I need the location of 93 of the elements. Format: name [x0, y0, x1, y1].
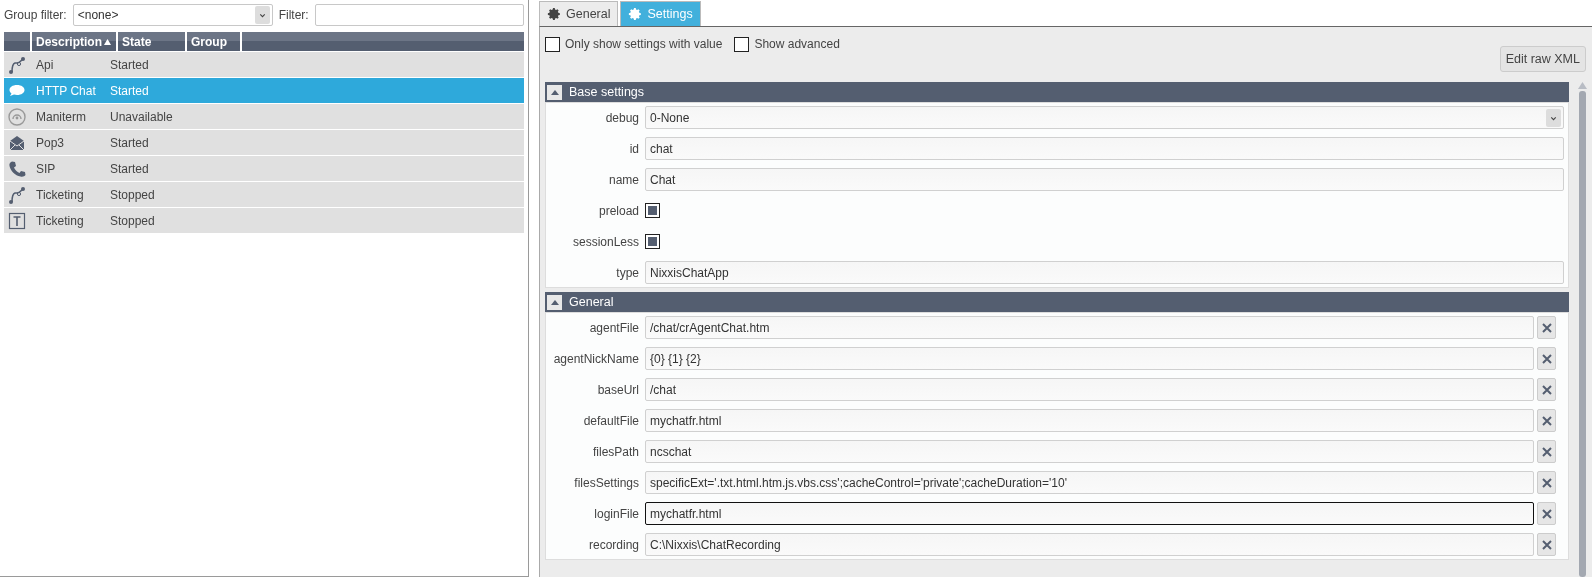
- input-field[interactable]: Chat: [645, 168, 1564, 191]
- state-text: Unavailable: [109, 109, 174, 124]
- state-text: Stopped: [109, 187, 156, 202]
- close-icon: [1541, 539, 1552, 550]
- setting-label: id: [628, 141, 639, 156]
- setting-label: baseUrl: [596, 382, 639, 397]
- checkbox[interactable]: [645, 203, 660, 218]
- close-icon: [1541, 322, 1552, 333]
- list-row[interactable]: Ticketing Stopped: [4, 182, 524, 207]
- clear-button[interactable]: [1537, 471, 1556, 494]
- collapse-button[interactable]: [547, 294, 562, 310]
- triangle-icon: [550, 89, 559, 95]
- route-icon: [7, 184, 27, 205]
- state-text: Started: [109, 57, 150, 72]
- state-text: Started: [109, 83, 150, 98]
- group-filter-dropdown[interactable]: <none>: [72, 4, 273, 26]
- checkbox[interactable]: [545, 36, 560, 52]
- section-title: Base settings: [569, 85, 645, 99]
- clear-button[interactable]: [1537, 316, 1556, 339]
- collapse-button[interactable]: [547, 84, 562, 100]
- sort-arrow-icon: [104, 38, 111, 45]
- clear-button[interactable]: [1537, 409, 1556, 432]
- input-field[interactable]: mychatfr.html: [645, 502, 1534, 525]
- setting-label: name: [607, 172, 639, 187]
- filter-label: Filter:: [278, 8, 309, 22]
- caret-icon: [1546, 108, 1561, 127]
- section-title: General: [569, 295, 614, 309]
- checkbox-label: Only show settings with value: [565, 37, 723, 51]
- close-icon: [1541, 415, 1552, 426]
- close-icon: [1541, 477, 1552, 488]
- list-row[interactable]: Pop3 Started: [4, 130, 524, 155]
- state-text: Started: [109, 135, 150, 150]
- setting-label: preload: [597, 203, 639, 218]
- clear-button[interactable]: [1537, 440, 1556, 463]
- tab[interactable]: General: [539, 1, 619, 26]
- input-field[interactable]: specificExt='.txt.html.htm.js.vbs.css';cacheControl='private';cacheDuration='10': [645, 471, 1534, 494]
- filter-input-field[interactable]: [314, 4, 524, 26]
- column-header[interactable]: Description: [32, 32, 116, 51]
- setting-label: filesPath: [591, 444, 639, 459]
- list-row[interactable]: SIP Started: [4, 156, 524, 181]
- close-icon: [1541, 384, 1552, 395]
- setting-label: defaultFile: [582, 413, 639, 428]
- column-header[interactable]: Group: [187, 32, 240, 51]
- dropdown[interactable]: 0-None: [645, 106, 1564, 129]
- description-text: Maniterm: [35, 109, 87, 124]
- route-icon: [7, 54, 27, 75]
- gear-icon: [628, 7, 643, 21]
- description-text: Ticketing: [35, 187, 85, 202]
- triangle-icon: [550, 299, 559, 305]
- setting-label: agentFile: [588, 320, 639, 335]
- description-text: Ticketing: [35, 213, 85, 228]
- checkbox-label: Show advanced: [754, 37, 840, 51]
- close-icon: [1541, 508, 1552, 519]
- list-row[interactable]: Api Started: [4, 52, 524, 77]
- clear-button[interactable]: [1537, 378, 1556, 401]
- gauge-icon: [7, 106, 27, 127]
- description-text: Api: [35, 57, 55, 72]
- input-field[interactable]: /chat: [645, 378, 1534, 401]
- scrollbar-thumb[interactable]: [1579, 91, 1586, 577]
- caret-icon: [254, 6, 270, 24]
- list-row[interactable]: Ticketing Stopped: [4, 208, 524, 233]
- setting-label: sessionLess: [571, 234, 639, 249]
- close-icon: [1541, 353, 1552, 364]
- checkbox[interactable]: [734, 36, 750, 52]
- clear-button[interactable]: [1537, 533, 1556, 556]
- input-field[interactable]: ncschat: [645, 440, 1534, 463]
- input-field[interactable]: {0} {1} {2}: [645, 347, 1534, 370]
- group-filter-label: Group filter:: [4, 8, 67, 22]
- close-icon: [1541, 446, 1552, 457]
- setting-label: agentNickName: [552, 351, 639, 366]
- setting-label: debug: [604, 110, 639, 125]
- setting-label: type: [615, 265, 639, 280]
- description-text: Pop3: [35, 135, 66, 150]
- description-text: SIP: [35, 161, 57, 176]
- clear-button[interactable]: [1537, 347, 1556, 370]
- input-field[interactable]: NixxisChatApp: [645, 261, 1564, 284]
- setting-label: filesSettings: [573, 475, 639, 490]
- state-text: Started: [109, 161, 150, 176]
- edit-raw-xml-button[interactable]: Edit raw XML: [1499, 46, 1586, 72]
- setting-label: loginFile: [593, 506, 639, 521]
- setting-label: recording: [587, 537, 639, 552]
- clear-button[interactable]: [1537, 502, 1556, 525]
- input-field[interactable]: mychatfr.html: [645, 409, 1534, 432]
- text-icon: [7, 210, 27, 231]
- gear-icon: [547, 7, 561, 21]
- list-row[interactable]: Maniterm Unavailable: [4, 104, 524, 129]
- input-field[interactable]: /chat/crAgentChat.htm: [645, 316, 1534, 339]
- state-text: Stopped: [109, 213, 156, 228]
- input-field[interactable]: C:\Nixxis\ChatRecording: [645, 533, 1534, 556]
- column-header[interactable]: State: [118, 32, 185, 51]
- description-text: HTTP Chat: [35, 83, 97, 98]
- input-field[interactable]: chat: [645, 137, 1564, 160]
- checkbox[interactable]: [645, 234, 660, 249]
